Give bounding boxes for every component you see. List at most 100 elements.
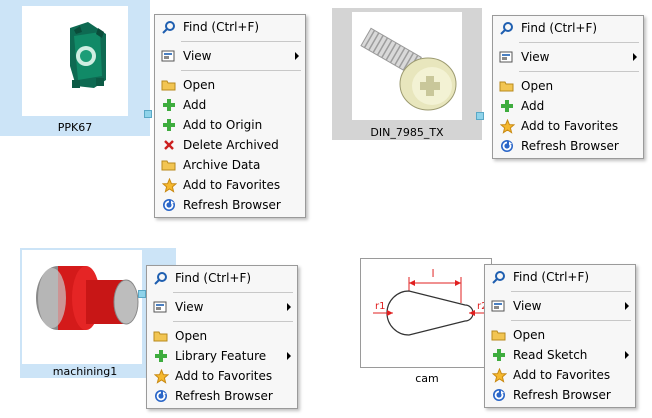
refresh-icon (161, 197, 177, 213)
menu-item-label: Refresh Browser (513, 388, 611, 402)
menu-item-refresh-browser[interactable]: Refresh Browser (155, 195, 305, 215)
menu-item-label: Archive Data (183, 158, 261, 172)
menu-item-refresh-browser[interactable]: Refresh Browser (485, 385, 635, 405)
view-icon (161, 48, 177, 64)
menu-item-find[interactable]: Find (Ctrl+F) (493, 18, 643, 38)
menu-item-view[interactable]: View (485, 296, 635, 316)
menu-item-label: Library Feature (175, 349, 267, 363)
folder-open-icon (491, 327, 507, 343)
magnifier-icon (153, 270, 169, 286)
resize-handle[interactable] (144, 110, 152, 118)
menu-item-label: Add (521, 99, 545, 113)
star-icon (153, 368, 169, 384)
menu-separator (173, 292, 293, 293)
menu-item-view[interactable]: View (147, 297, 297, 317)
menu-item-open[interactable]: Open (155, 75, 305, 95)
menu-item-delete-archived[interactable]: Delete Archived (155, 135, 305, 155)
menu-item-label: Add to Favorites (513, 368, 611, 382)
menu-item-label: Add to Origin (183, 118, 263, 132)
thumbnail-tile-ppk67[interactable]: PPK67 (0, 0, 150, 136)
view-icon (491, 298, 507, 314)
plus-icon (153, 348, 169, 364)
menu-item-label: Find (Ctrl+F) (521, 21, 598, 35)
resize-handle[interactable] (476, 112, 484, 120)
resize-handle[interactable] (138, 290, 146, 298)
menu-item-label: View (521, 50, 550, 64)
menu-item-label: Open (175, 329, 208, 343)
menu-item-add-to-favorites[interactable]: Add to Favorites (155, 175, 305, 195)
submenu-arrow-icon (625, 351, 629, 359)
ppk67-preview-image (22, 6, 128, 116)
star-icon (161, 177, 177, 193)
menu-item-label: Find (Ctrl+F) (175, 271, 252, 285)
menu-item-archive-data[interactable]: Archive Data (155, 155, 305, 175)
menu-item-add[interactable]: Add (493, 96, 643, 116)
menu-separator (519, 42, 639, 43)
submenu-arrow-icon (625, 302, 629, 310)
menu-item-label: Add to Favorites (175, 369, 273, 383)
menu-item-label: Open (513, 328, 546, 342)
menu-item-find[interactable]: Find (Ctrl+F) (147, 268, 297, 288)
magnifier-icon (161, 19, 177, 35)
plus-icon (499, 98, 515, 114)
context-menu-din-7985-tx: Find (Ctrl+F) View Open Add Add to Favor… (492, 15, 644, 159)
cam-sketch-preview: l r1 r2 (360, 258, 492, 368)
submenu-arrow-icon (287, 352, 291, 360)
view-icon (153, 299, 169, 315)
thumbnail-tile-cam[interactable]: l r1 r2 cam (352, 252, 502, 392)
menu-item-label: View (513, 299, 542, 313)
refresh-icon (499, 138, 515, 154)
menu-separator (181, 70, 301, 71)
menu-item-label: Add (183, 98, 207, 112)
menu-item-label: Find (Ctrl+F) (513, 270, 590, 284)
menu-item-label: View (183, 49, 212, 63)
context-menu-ppk67: Find (Ctrl+F) View Open Add Add to Origi… (154, 14, 306, 218)
plus-icon (491, 347, 507, 363)
machining-preview-image (22, 250, 142, 364)
menu-separator (519, 71, 639, 72)
menu-separator (511, 320, 631, 321)
menu-item-view[interactable]: View (155, 46, 305, 66)
magnifier-icon (499, 20, 515, 36)
menu-item-read-sketch[interactable]: Read Sketch (485, 345, 635, 365)
menu-item-find[interactable]: Find (Ctrl+F) (155, 17, 305, 37)
menu-item-library-feature[interactable]: Library Feature (147, 346, 297, 366)
submenu-arrow-icon (287, 303, 291, 311)
view-icon (499, 49, 515, 65)
menu-item-label: Open (521, 79, 554, 93)
folder-open-icon (153, 328, 169, 344)
thumbnail-caption: DIN_7985_TX (370, 126, 444, 139)
menu-item-refresh-browser[interactable]: Refresh Browser (493, 136, 643, 156)
delete-x-icon (161, 137, 177, 153)
menu-item-add-to-favorites[interactable]: Add to Favorites (493, 116, 643, 136)
menu-item-open[interactable]: Open (485, 325, 635, 345)
menu-separator (173, 321, 293, 322)
folder-open-icon (161, 77, 177, 93)
menu-item-label: View (175, 300, 204, 314)
menu-item-label: Refresh Browser (521, 139, 619, 153)
menu-item-open[interactable]: Open (147, 326, 297, 346)
menu-item-open[interactable]: Open (493, 76, 643, 96)
menu-item-find[interactable]: Find (Ctrl+F) (485, 267, 635, 287)
menu-item-add[interactable]: Add (155, 95, 305, 115)
menu-item-add-to-favorites[interactable]: Add to Favorites (485, 365, 635, 385)
thumbnail-caption: machining1 (52, 365, 118, 378)
menu-item-add-to-favorites[interactable]: Add to Favorites (147, 366, 297, 386)
folder-open-icon (499, 78, 515, 94)
submenu-arrow-icon (633, 53, 637, 61)
thumbnail-tile-din-7985-tx[interactable]: DIN_7985_TX (332, 8, 482, 140)
menu-item-refresh-browser[interactable]: Refresh Browser (147, 386, 297, 406)
sketch-dimension-label: r1 (375, 301, 385, 312)
menu-item-label: Refresh Browser (183, 198, 281, 212)
menu-item-label: Delete Archived (183, 138, 279, 152)
menu-item-view[interactable]: View (493, 47, 643, 67)
thumbnail-caption: cam (415, 372, 439, 385)
menu-item-add-to-origin[interactable]: Add to Origin (155, 115, 305, 135)
menu-item-label: Open (183, 78, 216, 92)
refresh-icon (491, 387, 507, 403)
menu-item-label: Find (Ctrl+F) (183, 20, 260, 34)
plus-icon (161, 97, 177, 113)
context-menu-machining1: Find (Ctrl+F) View Open Library Feature … (146, 265, 298, 409)
menu-item-label: Refresh Browser (175, 389, 273, 403)
menu-item-label: Add to Favorites (183, 178, 281, 192)
